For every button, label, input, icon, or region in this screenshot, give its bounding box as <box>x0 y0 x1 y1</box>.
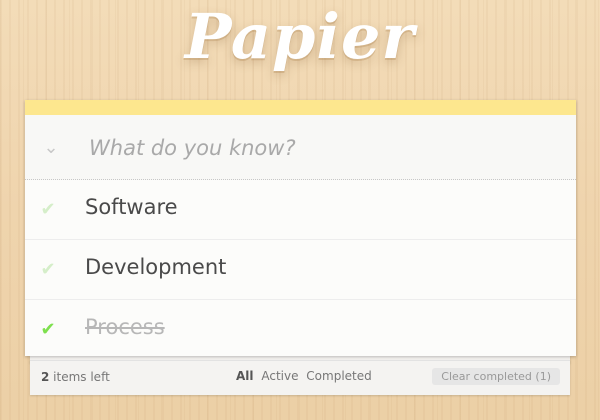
todo-label[interactable]: Software <box>85 195 178 219</box>
new-todo-input[interactable] <box>87 127 561 169</box>
todo-list: ✔ Software ✔ Development ✔ Process <box>25 180 576 359</box>
todo-label[interactable]: Development <box>85 255 226 279</box>
card-top-bar <box>25 100 576 115</box>
checkmark-icon[interactable]: ✔ <box>37 318 59 342</box>
footer: 2 items left All Active Completed Clear … <box>30 360 570 395</box>
filter-active[interactable]: Active <box>261 369 298 383</box>
checkmark-icon[interactable]: ✔ <box>37 198 59 222</box>
filter-all[interactable]: All <box>236 369 254 383</box>
todo-item: ✔ Process <box>25 300 576 359</box>
filter-group: All Active Completed <box>236 369 376 383</box>
todo-label[interactable]: Process <box>85 315 165 339</box>
new-todo-row: ⌄ <box>25 115 576 180</box>
checkmark-icon[interactable]: ✔ <box>37 258 59 282</box>
filter-completed[interactable]: Completed <box>306 369 371 383</box>
todo-item: ✔ Development <box>25 240 576 300</box>
todo-card: ⌄ ✔ Software ✔ Development ✔ Process <box>25 100 576 356</box>
chevron-double-down-icon[interactable]: ⌄ <box>41 138 61 158</box>
app-title: Papier <box>184 0 416 73</box>
todo-item: ✔ Software <box>25 180 576 240</box>
clear-completed-button[interactable]: Clear completed (1) <box>432 368 560 385</box>
items-left-text: items left <box>49 370 110 384</box>
items-left-count: 2 items left <box>41 370 110 384</box>
